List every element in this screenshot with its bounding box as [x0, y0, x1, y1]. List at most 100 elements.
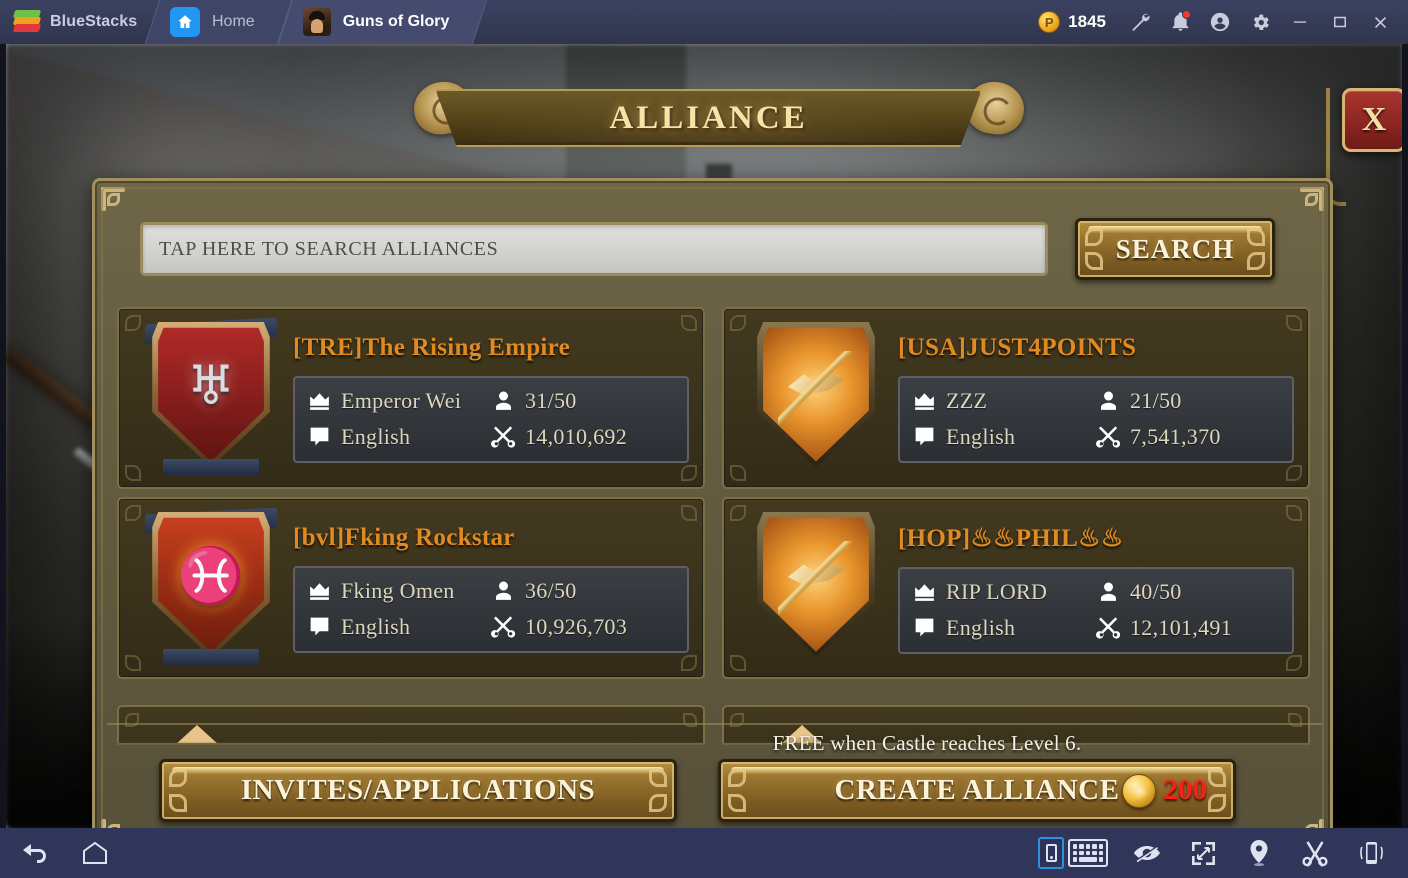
- person-icon: [1096, 388, 1121, 413]
- create-alliance-price-value: 200: [1163, 774, 1208, 806]
- alliance-language-name: English: [946, 614, 1016, 640]
- alliance-power-value: 12,101,491: [1130, 614, 1232, 640]
- android-nav-buttons: [0, 836, 112, 870]
- alliance-card[interactable]: ♅ [TRE]The Rising Empire Emperor Wei 31/…: [117, 307, 705, 489]
- search-input-placeholder: TAP HERE TO SEARCH ALLIANCES: [159, 237, 499, 260]
- alliance-stats: Fking Omen 36/50 English 10,926,703: [293, 565, 689, 653]
- alliance-name: [USA]JUST4POINTS: [898, 333, 1137, 361]
- alliance-members: 40/50: [1096, 577, 1280, 607]
- bluestacks-brand: BlueStacks: [0, 10, 152, 34]
- game-app-icon: [302, 8, 331, 36]
- crown-icon: [912, 579, 937, 604]
- create-alliance-button[interactable]: CREATE ALLIANCE 200: [718, 759, 1236, 822]
- alliance-power: 12,101,491: [1096, 613, 1280, 643]
- alliance-language-name: English: [946, 423, 1016, 449]
- alliance-power-value: 14,010,692: [525, 423, 627, 449]
- minimize-icon[interactable]: [1280, 0, 1320, 44]
- alliance-members-count: 21/50: [1130, 387, 1182, 413]
- location-pin-icon[interactable]: [1242, 836, 1276, 870]
- alliance-leader-name: RIP LORD: [946, 578, 1048, 604]
- back-arrow-icon[interactable]: [18, 836, 52, 870]
- search-input[interactable]: TAP HERE TO SEARCH ALLIANCES: [140, 222, 1048, 276]
- alliance-language: English: [912, 613, 1096, 643]
- speech-bubble-icon: [307, 614, 332, 639]
- alliance-power-value: 7,541,370: [1130, 423, 1221, 449]
- eye-slash-icon[interactable]: [1130, 836, 1164, 870]
- home-icon: [170, 7, 200, 37]
- alliance-emblem: [734, 505, 898, 671]
- person-icon: [491, 578, 516, 603]
- alliance-leader: Fking Omen: [307, 576, 491, 606]
- alliance-leader: RIP LORD: [912, 577, 1096, 607]
- scissors-screenshot-icon[interactable]: [1298, 836, 1332, 870]
- titlebar-controls: P 1845: [1038, 0, 1408, 44]
- close-button[interactable]: X: [1342, 88, 1402, 152]
- alliance-card[interactable]: [HOP]♨♨PHIL♨♨ RIP LORD 40/50 English 12,…: [722, 497, 1310, 679]
- lion-head-icon: ♓: [177, 546, 245, 606]
- bell-notification-icon[interactable]: [1160, 0, 1200, 44]
- alliance-name: [bvl]Fking Rockstar: [293, 523, 515, 551]
- fullscreen-icon[interactable]: [1186, 836, 1220, 870]
- home-pentagon-icon[interactable]: [78, 836, 112, 870]
- alliance-members: 21/50: [1096, 386, 1280, 416]
- page-title: ALLIANCE: [609, 99, 808, 136]
- bluestacks-brand-label: BlueStacks: [50, 13, 138, 30]
- invites-applications-label: INVITES/APPLICATIONS: [240, 774, 596, 806]
- crossed-muskets-icon: [1096, 615, 1121, 640]
- alliance-stats: RIP LORD 40/50 English 12,101,491: [898, 566, 1294, 654]
- alliance-stats: ZZZ 21/50 English 7,541,370: [898, 375, 1294, 463]
- points-coin-icon: P: [1038, 11, 1061, 33]
- alliance-language: English: [912, 422, 1096, 452]
- alliance-members-count: 40/50: [1130, 578, 1182, 604]
- close-window-icon[interactable]: [1360, 0, 1400, 44]
- keyboard-controls-icon[interactable]: [1068, 839, 1108, 867]
- panel-footer: FREE when Castle reaches Level 6. INVITE…: [107, 723, 1322, 828]
- alliance-card[interactable]: ♓ [bvl]Fking Rockstar Fking Omen 36/50 E…: [117, 497, 705, 679]
- screen-root: BlueStacks Home Guns of Glory P 1845 ALL…: [0, 0, 1408, 878]
- crown-icon: [912, 388, 937, 413]
- crown-icon: [307, 388, 332, 413]
- gold-coin-icon: [1121, 773, 1156, 808]
- page-title-banner: ALLIANCE: [435, 89, 982, 147]
- alliance-members-count: 31/50: [525, 387, 577, 413]
- alliance-leader-name: Emperor Wei: [341, 387, 462, 413]
- alliance-members: 31/50: [491, 386, 675, 416]
- bluestacks-tools: [1038, 836, 1408, 870]
- search-button-label: SEARCH: [1115, 233, 1235, 264]
- bluestacks-bottombar: [0, 828, 1408, 878]
- shake-device-icon[interactable]: [1354, 836, 1388, 870]
- person-icon: [491, 388, 516, 413]
- person-icon: [1096, 579, 1121, 604]
- maximize-icon[interactable]: [1320, 0, 1360, 44]
- user-account-icon[interactable]: [1200, 0, 1240, 44]
- tab-guns-of-glory[interactable]: Guns of Glory: [277, 0, 487, 44]
- alliance-members-count: 36/50: [525, 577, 577, 603]
- alliance-stats: Emperor Wei 31/50 English 14,010,692: [293, 375, 689, 463]
- gear-settings-icon[interactable]: [1240, 0, 1280, 44]
- alliance-language: English: [307, 612, 491, 642]
- tab-home[interactable]: Home: [144, 0, 292, 44]
- alliance-language-name: English: [341, 613, 411, 639]
- invites-applications-button[interactable]: INVITES/APPLICATIONS: [159, 759, 677, 822]
- speech-bubble-icon: [912, 615, 937, 640]
- alliance-emblem: [734, 315, 898, 481]
- alliance-card[interactable]: [USA]JUST4POINTS ZZZ 21/50 English 7,541…: [722, 307, 1310, 489]
- alliance-name: [HOP]♨♨PHIL♨♨: [898, 524, 1124, 552]
- notification-badge-dot: [1182, 10, 1191, 19]
- tab-guns-of-glory-label: Guns of Glory: [342, 13, 450, 30]
- portrait-mode-icon[interactable]: [1038, 837, 1064, 869]
- alliance-leader-name: ZZZ: [946, 387, 988, 413]
- alliance-panel: TAP HERE TO SEARCH ALLIANCES SEARCH ♅ [T…: [92, 178, 1333, 828]
- wrench-icon[interactable]: [1120, 0, 1160, 44]
- crown-icon: [307, 578, 332, 603]
- alliance-members: 36/50: [491, 576, 675, 606]
- crossed-muskets-icon: [491, 614, 516, 639]
- crossed-muskets-icon: [491, 424, 516, 449]
- speech-bubble-icon: [912, 424, 937, 449]
- points-balance[interactable]: P 1845: [1038, 11, 1106, 33]
- speech-bubble-icon: [307, 424, 332, 449]
- bluestacks-logo-icon: [12, 10, 42, 34]
- search-button[interactable]: SEARCH: [1075, 218, 1275, 280]
- create-alliance-label: CREATE ALLIANCE: [834, 774, 1120, 806]
- search-row: TAP HERE TO SEARCH ALLIANCES SEARCH: [117, 203, 1310, 295]
